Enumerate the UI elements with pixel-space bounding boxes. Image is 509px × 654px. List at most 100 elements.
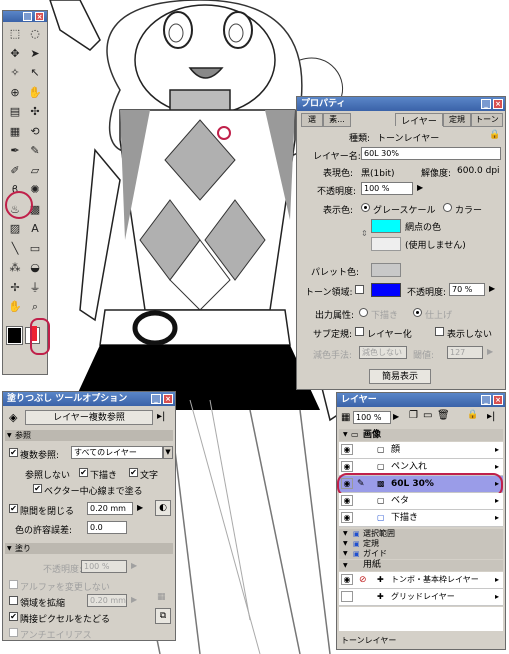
eye-icon[interactable]: ◉ xyxy=(341,512,353,523)
pen-icon[interactable]: ✒ xyxy=(6,142,24,160)
layer-prop-icon[interactable]: ▸ xyxy=(495,442,499,458)
toolbox-titlebar[interactable]: _ × xyxy=(3,11,47,22)
layer-prop-icon[interactable]: ▸ xyxy=(495,572,499,588)
gradation-icon[interactable]: ▨ xyxy=(6,220,24,238)
eye-icon[interactable]: ◉ xyxy=(341,574,353,585)
close-icon[interactable]: × xyxy=(163,394,173,404)
layer-prop-icon[interactable]: ▸ xyxy=(495,589,499,605)
fill-opacity-input[interactable]: 100 % xyxy=(81,560,127,573)
draft-radio[interactable] xyxy=(359,308,368,317)
dot-color-swatch[interactable] xyxy=(371,219,401,233)
zoom-layer-icon[interactable]: ⊕ xyxy=(6,84,24,102)
eye-icon[interactable]: ◉ xyxy=(341,444,353,455)
layer-opacity-input[interactable]: 100 % xyxy=(353,411,391,424)
layer-mode-icon[interactable]: ▦ xyxy=(341,412,350,423)
ruler-row[interactable]: ▼ ▣ 定規 xyxy=(339,539,503,549)
tab-material[interactable]: 素... xyxy=(323,113,351,127)
delete-layer-icon[interactable]: 🗑 xyxy=(437,410,450,421)
subtract-select[interactable]: 減色しない xyxy=(359,346,407,359)
gap-arrow-icon[interactable]: ▶ xyxy=(137,503,143,512)
main-color-swatch[interactable] xyxy=(6,326,23,345)
vector-checkbox[interactable] xyxy=(33,484,42,493)
multi-ref-button[interactable]: レイヤー複数参照 xyxy=(25,410,153,425)
opacity-input[interactable]: 100 % xyxy=(361,182,413,195)
grab-icon[interactable]: ✋ xyxy=(26,84,44,102)
fill-opacity-arrow-icon[interactable]: ▶ xyxy=(131,561,137,570)
chevron-down-icon[interactable]: ▼ xyxy=(343,429,348,441)
paper-row[interactable]: ▼ 用紙 xyxy=(339,560,503,571)
unused-color-swatch[interactable] xyxy=(371,237,401,251)
grayscale-radio[interactable] xyxy=(361,203,370,212)
gap-checkbox[interactable] xyxy=(9,504,18,513)
multi-ref-checkbox[interactable] xyxy=(9,448,18,457)
layer-prop-icon[interactable]: ▸ xyxy=(495,493,499,509)
layerize-checkbox[interactable] xyxy=(355,327,364,336)
expand-settings-icon[interactable]: ▦ xyxy=(157,592,166,602)
marquee-icon[interactable]: ⬚ xyxy=(6,25,24,43)
opacity-arrow-icon[interactable]: ▶ xyxy=(417,183,423,192)
alpha-checkbox[interactable] xyxy=(9,580,18,589)
stamp-icon[interactable]: ✢ xyxy=(6,279,24,297)
expand-checkbox[interactable] xyxy=(9,596,18,605)
fill-options-titlebar[interactable]: 塗りつぶし ツールオプション _ × xyxy=(3,392,175,406)
layer-prop-icon[interactable]: ▸ xyxy=(495,510,499,526)
layer-row-grid[interactable]: ◉ ✚ グリッドレイヤー ▸ xyxy=(339,589,503,606)
palette-color-swatch[interactable] xyxy=(371,263,401,277)
move-icon[interactable]: ✥ xyxy=(6,45,24,63)
line-icon[interactable]: ╲ xyxy=(6,240,24,258)
tone-opacity-arrow-icon[interactable]: ▶ xyxy=(489,284,495,293)
property-titlebar[interactable]: プロパティ _ × xyxy=(297,97,505,111)
close-icon[interactable]: × xyxy=(35,12,44,21)
hide-checkbox[interactable] xyxy=(435,327,444,336)
eye-icon[interactable]: ◉ xyxy=(341,591,353,602)
text-icon[interactable]: A xyxy=(26,220,44,238)
tone-area-swatch[interactable] xyxy=(371,283,401,297)
antialias-checkbox[interactable] xyxy=(9,628,18,637)
eye-icon[interactable]: ◉ xyxy=(341,461,353,472)
folder-row-image[interactable]: ▼ ▭ 画像 xyxy=(339,429,503,441)
new-layer-icon[interactable]: ❐ xyxy=(409,410,418,421)
minimize-button[interactable]: _ xyxy=(23,12,32,21)
tab-selection[interactable]: 選 xyxy=(301,113,323,127)
dropper-icon[interactable]: ⏚ xyxy=(26,279,44,297)
new-folder-icon[interactable]: ▭ xyxy=(423,410,432,421)
threshold-input[interactable]: 127 xyxy=(447,346,483,359)
grid-icon[interactable]: ▦ xyxy=(6,123,24,141)
lock-icon[interactable]: 🔒 xyxy=(489,130,500,140)
gap-input[interactable]: 0.20 mm xyxy=(87,502,133,515)
layer-row-tombo[interactable]: ◉ ⊘ ✚ トンボ・基本枠レイヤー ▸ xyxy=(339,572,503,589)
chevron-down-icon[interactable]: ▼ xyxy=(343,529,348,539)
rect-icon[interactable]: ▭ xyxy=(26,240,44,258)
panel-menu-icon[interactable]: ▸| xyxy=(157,411,165,422)
guide-row[interactable]: ▼ ▣ ガイド xyxy=(339,549,503,559)
close-icon[interactable]: × xyxy=(493,395,503,405)
layer-titlebar[interactable]: レイヤー _ × xyxy=(337,393,505,407)
text-checkbox[interactable] xyxy=(129,468,138,477)
minimize-button[interactable]: _ xyxy=(481,395,491,405)
color-radio[interactable] xyxy=(443,203,452,212)
magic-wand-icon[interactable]: ✧ xyxy=(6,64,24,82)
layer-row-fill[interactable]: ◉ ▢ ベタ ▸ xyxy=(339,493,503,510)
color-fill-icon[interactable]: ◒ xyxy=(26,259,44,277)
expand-input[interactable]: 0.20 mm xyxy=(87,594,127,607)
tone-area-checkbox[interactable] xyxy=(355,285,364,294)
adjacent-checkbox[interactable] xyxy=(9,612,18,621)
minimize-button[interactable]: _ xyxy=(151,394,161,404)
eraser-icon[interactable]: ▱ xyxy=(26,162,44,180)
close-icon[interactable]: × xyxy=(493,99,503,109)
tone-opacity-input[interactable]: 70 % xyxy=(449,283,485,296)
marker-icon[interactable]: ✐ xyxy=(6,162,24,180)
section-reference[interactable]: 参照 xyxy=(5,430,173,441)
eye-icon[interactable]: ◉ xyxy=(341,495,353,506)
magnifier-icon[interactable]: ⌕ xyxy=(26,298,44,316)
pointer-icon[interactable]: ↖ xyxy=(26,64,44,82)
finish-radio[interactable] xyxy=(413,308,422,317)
threshold-arrow-icon[interactable]: ▶ xyxy=(487,347,493,356)
lock-icon[interactable]: 🔒 xyxy=(467,410,478,420)
expand-arrow-icon[interactable]: ▶ xyxy=(131,595,137,604)
tone-icon[interactable]: ⁂ xyxy=(6,259,24,277)
chevron-down-icon[interactable]: ▼ xyxy=(343,560,348,571)
layer-row-face[interactable]: ◉ ▢ 顔 ▸ xyxy=(339,442,503,459)
layer-opacity-arrow-icon[interactable]: ▶ xyxy=(393,412,399,421)
selection-row[interactable]: ▼ ▣ 選択範囲 xyxy=(339,529,503,539)
